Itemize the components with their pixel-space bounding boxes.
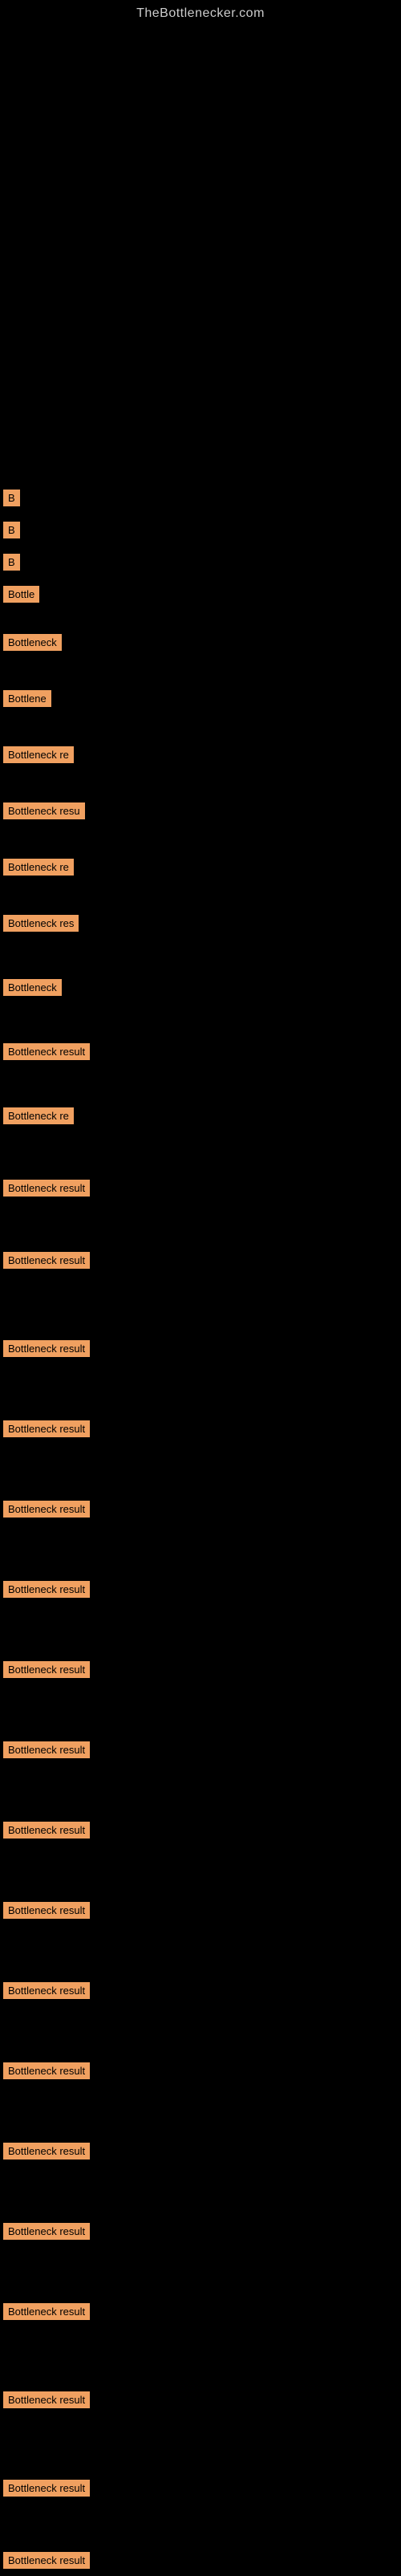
bottleneck-result-item: Bottleneck res	[2, 915, 79, 937]
bottleneck-result-item: Bottleneck result	[2, 1420, 90, 1442]
bottleneck-result-item: Bottleneck	[2, 979, 62, 1001]
bottleneck-result-item: Bottleneck result	[2, 2062, 90, 2084]
result-label: Bottleneck result	[3, 2143, 90, 2160]
bottleneck-result-item: Bottle	[2, 586, 39, 607]
bottleneck-result-item: Bottleneck re	[2, 746, 74, 768]
bottleneck-result-item: Bottleneck result	[2, 1252, 90, 1274]
result-label: Bottleneck	[3, 979, 62, 996]
result-label: Bottleneck result	[3, 2223, 90, 2240]
result-label: Bottleneck result	[3, 2391, 90, 2408]
result-label: Bottleneck res	[3, 915, 79, 932]
result-label: Bottleneck result	[3, 2303, 90, 2320]
bottleneck-result-item: Bottleneck result	[2, 2303, 90, 2325]
result-label: Bottleneck result	[3, 1180, 90, 1197]
result-label: B	[3, 522, 20, 538]
result-label: Bottlene	[3, 690, 51, 707]
site-title: TheBottlenecker.com	[0, 0, 401, 24]
result-label: Bottleneck re	[3, 746, 74, 763]
result-label: Bottleneck result	[3, 1661, 90, 1678]
bottleneck-result-item: Bottleneck result	[2, 1340, 90, 1362]
bottleneck-result-item: Bottleneck re	[2, 1107, 74, 1129]
bottleneck-result-item: Bottleneck result	[2, 2391, 90, 2413]
result-label: Bottleneck result	[3, 1581, 90, 1598]
result-label: Bottleneck result	[3, 1982, 90, 1999]
bottleneck-result-item: Bottleneck result	[2, 1661, 90, 1683]
bottleneck-result-item: Bottleneck result	[2, 2143, 90, 2164]
bottleneck-result-item: Bottleneck result	[2, 1043, 90, 1065]
bottleneck-result-item: Bottleneck re	[2, 859, 74, 880]
result-label: Bottleneck result	[3, 1340, 90, 1357]
result-label: Bottleneck re	[3, 1107, 74, 1124]
result-label: Bottleneck result	[3, 1822, 90, 1839]
result-label: Bottleneck result	[3, 1501, 90, 1518]
result-label: Bottleneck re	[3, 859, 74, 876]
bottleneck-result-item: B	[2, 490, 20, 511]
bottleneck-result-item: Bottleneck result	[2, 1180, 90, 1201]
result-label: Bottleneck	[3, 634, 62, 651]
result-label: Bottleneck result	[3, 1043, 90, 1060]
bottleneck-result-item: Bottleneck result	[2, 1581, 90, 1603]
result-label: Bottleneck result	[3, 1741, 90, 1758]
bottleneck-result-item: B	[2, 522, 20, 543]
result-label: Bottleneck result	[3, 2480, 90, 2497]
bottleneck-result-item: Bottleneck result	[2, 1501, 90, 1522]
bottleneck-result-item: Bottleneck result	[2, 2552, 90, 2574]
bottleneck-result-item: Bottleneck result	[2, 2223, 90, 2245]
result-label: Bottleneck result	[3, 2552, 90, 2569]
bottleneck-result-item: Bottleneck result	[2, 2480, 90, 2501]
bottleneck-result-item: Bottleneck result	[2, 1902, 90, 1924]
result-label: Bottleneck result	[3, 1252, 90, 1269]
result-label: B	[3, 554, 20, 571]
result-label: Bottleneck result	[3, 1902, 90, 1919]
bottleneck-result-item: B	[2, 554, 20, 575]
bottleneck-result-item: Bottleneck	[2, 634, 62, 656]
bottleneck-result-item: Bottleneck result	[2, 1822, 90, 1843]
bottleneck-result-item: Bottleneck result	[2, 1982, 90, 2004]
result-label: Bottleneck result	[3, 2062, 90, 2079]
bottleneck-result-item: Bottlene	[2, 690, 51, 712]
bottleneck-result-item: Bottleneck resu	[2, 802, 85, 824]
bottleneck-result-item: Bottleneck result	[2, 1741, 90, 1763]
result-label: B	[3, 490, 20, 506]
result-label: Bottleneck result	[3, 1420, 90, 1437]
result-label: Bottle	[3, 586, 39, 603]
result-label: Bottleneck resu	[3, 802, 85, 819]
